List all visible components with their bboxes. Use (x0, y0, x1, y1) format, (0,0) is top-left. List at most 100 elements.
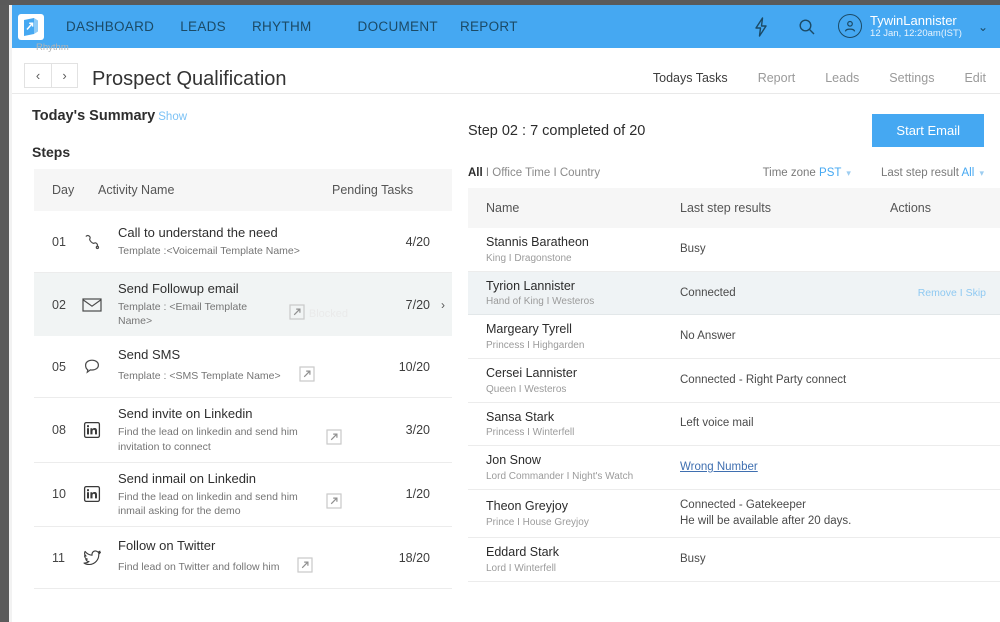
lead-row[interactable]: Eddard StarkLord I WinterfellBusy (468, 538, 1000, 582)
envelope-glyph (82, 297, 102, 313)
external-link-icon[interactable] (326, 493, 342, 509)
step-open-external-button[interactable] (326, 429, 342, 450)
nav-item-rhythm[interactable]: RHYTHM (252, 19, 312, 34)
search-icon[interactable] (792, 12, 822, 42)
lead-row[interactable]: Tyrion LannisterHand of King I WesterosC… (468, 272, 1000, 316)
filter-all[interactable]: All (468, 167, 483, 179)
start-email-button[interactable]: Start Email (872, 114, 984, 147)
step-details: Call to understand the needTemplate :<Vo… (106, 225, 348, 258)
todays-summary: Today's Summary Show (20, 94, 452, 124)
leads-table-header: Name Last step results Actions (468, 188, 1000, 228)
leads-header-name: Name (468, 201, 680, 215)
lead-row[interactable]: Theon GreyjoyPrince I House GreyjoyConne… (468, 490, 1000, 538)
step-pending-count: 3/20 (348, 423, 434, 437)
nav-item-report[interactable]: REPORT (460, 19, 518, 34)
step-open-external-button[interactable] (326, 493, 342, 514)
tab-settings[interactable]: Settings (889, 71, 934, 85)
lead-name: Jon Snow (486, 453, 680, 469)
timezone-filter[interactable]: Time zone PST ▾ (763, 167, 851, 179)
todays-summary-show-link[interactable]: Show (158, 111, 187, 123)
nav-item-dashboard[interactable]: DASHBOARD (66, 19, 154, 34)
step-row[interactable]: 01 Call to understand the needTemplate :… (34, 211, 452, 273)
back-button[interactable]: ‹ (24, 63, 51, 88)
lead-meta: Prince I House Greyjoy (486, 517, 680, 528)
step-row[interactable]: 11 Follow on TwitterFind lead on Twitter… (34, 527, 452, 589)
window-left-strip (0, 5, 9, 622)
user-menu[interactable]: TywinLannister 12 Jan, 12:20am(IST) (838, 14, 962, 40)
linkedin-glyph (83, 421, 101, 439)
step-template: Template :<Voicemail Template Name> (118, 244, 300, 258)
lead-name: Cersei Lannister (486, 366, 680, 382)
scope-filters: All I Office Time I Country (468, 167, 600, 179)
step-template: Template : <Email Template Name> (118, 300, 271, 328)
last-step-result-filter[interactable]: Last step result All ▾ (881, 167, 984, 179)
step-template: Find the lead on linkedin and send him i… (118, 425, 308, 453)
lead-name-cell: Tyrion LannisterHand of King I Westeros (468, 279, 680, 308)
step-name: Send SMS (118, 347, 348, 362)
chevron-down-icon[interactable]: ▾ (979, 168, 984, 178)
timezone-value[interactable]: PST (819, 167, 841, 179)
external-link-icon[interactable] (289, 304, 305, 320)
lead-last-step-result: Left voice mail (680, 415, 890, 432)
step-row[interactable]: 02 Send Followup emailTemplate : <Email … (34, 273, 452, 336)
tab-leads[interactable]: Leads (825, 71, 859, 85)
forward-button[interactable]: › (51, 63, 78, 88)
lead-row[interactable]: Stannis BaratheonKing I DragonstoneBusy (468, 228, 1000, 272)
step-details: Send inmail on LinkedinFind the lead on … (106, 471, 348, 518)
external-link-icon[interactable] (299, 366, 315, 382)
chevron-down-icon[interactable]: ▾ (846, 168, 851, 178)
lead-row[interactable]: Jon Snow Lord Commander I Night's WatchW… (468, 446, 1000, 490)
lead-name-cell: Stannis BaratheonKing I Dragonstone (468, 235, 680, 264)
lead-result-line-2: He will be available after 20 days. (680, 515, 851, 527)
leads-header-actions: Actions (890, 201, 1000, 215)
lead-actions[interactable]: Remove I Skip (890, 287, 1000, 299)
tab-edit[interactable]: Edit (964, 71, 986, 85)
filter-country[interactable]: Country (560, 167, 600, 179)
tab-todays-tasks[interactable]: Todays Tasks (653, 71, 728, 85)
lead-last-step-result[interactable]: Wrong Number (680, 459, 890, 476)
last-step-result-value[interactable]: All (961, 167, 974, 179)
lead-name-cell: Margeary TyrellPrincess I Highgarden (468, 322, 680, 351)
lead-row[interactable]: Margeary TyrellPrincess I HighgardenNo A… (468, 315, 1000, 359)
lead-result-line-1: Busy (680, 243, 706, 255)
app-logo-icon[interactable] (18, 14, 44, 40)
step-template: Template : <SMS Template Name> (118, 369, 281, 383)
tab-report[interactable]: Report (758, 71, 796, 85)
app-window: DASHBOARD LEADS RHYTHM DOCUMENT REPORT (0, 0, 1000, 622)
step-day: 11 (34, 551, 78, 565)
step-details: Send invite on LinkedinFind the lead on … (106, 406, 348, 453)
filter-office-time[interactable]: Office Time (492, 167, 550, 179)
lead-row[interactable]: Cersei LannisterQueen I WesterosConnecte… (468, 359, 1000, 403)
step-pending-count: 1/20 (348, 487, 434, 501)
lead-name-cell: Sansa StarkPrincess I Winterfell (468, 410, 680, 439)
lead-result-line-1: Busy (680, 553, 706, 565)
step-open-external-button[interactable] (297, 557, 313, 578)
lead-last-step-result: No Answer (680, 328, 890, 345)
step-day: 02 (34, 298, 78, 312)
bolt-icon[interactable] (746, 12, 776, 42)
nav-item-leads[interactable]: LEADS (180, 19, 226, 34)
step-row[interactable]: 08 Send invite on LinkedinFind the lead … (34, 398, 452, 462)
phone-icon (78, 233, 106, 251)
step-row[interactable]: 10 Send inmail on LinkedinFind the lead … (34, 463, 452, 527)
breadcrumb-area: Rhythm ‹ › (24, 63, 78, 93)
page-title: Prospect Qualification (92, 68, 287, 93)
step-open-external-button[interactable] (299, 366, 315, 387)
leads-panel: Step 02 : 7 completed of 20 Start Email … (452, 94, 1000, 589)
step-pending-count: 18/20 (348, 551, 434, 565)
lead-row[interactable]: Sansa StarkPrincess I WinterfellLeft voi… (468, 403, 1000, 447)
nav-item-document[interactable]: DOCUMENT (358, 19, 438, 34)
chevron-down-icon[interactable]: ⌄ (978, 20, 988, 34)
step-open-external-button[interactable] (289, 304, 305, 325)
lead-meta: Princess I Highgarden (486, 340, 680, 351)
step-details: Follow on TwitterFind lead on Twitter an… (106, 538, 348, 578)
lead-result-line-1: Connected - Right Party connect (680, 374, 846, 386)
external-link-icon[interactable] (297, 557, 313, 573)
twitter-glyph (83, 549, 102, 566)
step-subline: Find the lead on linkedin and send him i… (118, 490, 348, 518)
external-link-icon[interactable] (326, 429, 342, 445)
step-row[interactable]: 05 Send SMSTemplate : <SMS Template Name… (34, 336, 452, 398)
filter-sep-1: I (483, 167, 493, 179)
step-chevron-right-icon[interactable]: › (434, 298, 452, 312)
page-subheader: Rhythm ‹ › Prospect Qualification Todays… (12, 48, 1000, 94)
